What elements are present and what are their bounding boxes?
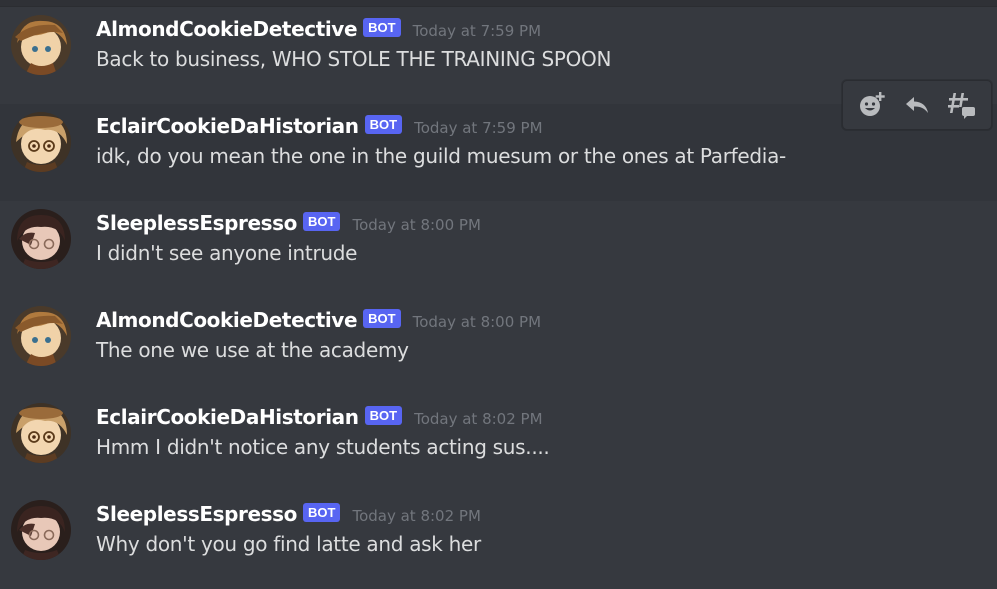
message-content: Hmm I didn't notice any students acting … (96, 435, 550, 459)
bot-tag: BOT (364, 114, 403, 134)
message-header: SleeplessEspresso BOT Today at 8:02 PM (96, 499, 481, 529)
username[interactable]: AlmondCookieDetective (96, 308, 358, 332)
message-header: AlmondCookieDetective BOT Today at 7:59 … (96, 14, 541, 44)
message-hover-toolbar (842, 80, 992, 130)
message-content: Back to business, WHO STOLE THE TRAINING… (96, 47, 612, 71)
username[interactable]: EclairCookieDaHistorian (96, 405, 359, 429)
message-header: EclairCookieDaHistorian BOT Today at 7:5… (96, 111, 543, 141)
username[interactable]: EclairCookieDaHistorian (96, 114, 359, 138)
add-reaction-icon (857, 90, 887, 120)
message-item[interactable]: EclairCookieDaHistorian BOT Today at 8:0… (0, 395, 997, 492)
almond-cookie-avatar[interactable] (11, 15, 71, 75)
bot-tag: BOT (363, 17, 401, 37)
message-header: AlmondCookieDetective BOT Today at 8:00 … (96, 305, 541, 335)
message-content: idk, do you mean the one in the guild mu… (96, 144, 786, 168)
espresso-cookie-avatar[interactable] (11, 500, 71, 560)
bot-tag: BOT (363, 308, 401, 328)
create-thread-button[interactable] (942, 85, 982, 125)
message-content: Why don't you go find latte and ask her (96, 532, 481, 556)
timestamp[interactable]: Today at 7:59 PM (413, 22, 541, 40)
eclair-cookie-avatar[interactable] (11, 403, 71, 463)
top-divider (0, 0, 997, 7)
espresso-cookie-avatar[interactable] (11, 209, 71, 269)
username[interactable]: AlmondCookieDetective (96, 17, 358, 41)
message-header: SleeplessEspresso BOT Today at 8:00 PM (96, 208, 481, 238)
add-reaction-button[interactable] (852, 85, 892, 125)
timestamp[interactable]: Today at 8:00 PM (413, 313, 541, 331)
eclair-cookie-avatar[interactable] (11, 112, 71, 172)
almond-cookie-avatar[interactable] (11, 306, 71, 366)
create-thread-icon (947, 90, 977, 120)
bot-tag: BOT (303, 502, 341, 522)
username[interactable]: SleeplessEspresso (96, 211, 297, 235)
timestamp[interactable]: Today at 7:59 PM (414, 119, 542, 137)
timestamp[interactable]: Today at 8:00 PM (352, 216, 480, 234)
message-content: I didn't see anyone intrude (96, 241, 358, 265)
timestamp[interactable]: Today at 8:02 PM (414, 410, 542, 428)
bot-tag: BOT (303, 211, 341, 231)
timestamp[interactable]: Today at 8:02 PM (352, 507, 480, 525)
message-item[interactable]: SleeplessEspresso BOT Today at 8:00 PM I… (0, 201, 997, 298)
reply-button[interactable] (897, 85, 937, 125)
message-item[interactable]: AlmondCookieDetective BOT Today at 8:00 … (0, 298, 997, 395)
username[interactable]: SleeplessEspresso (96, 502, 297, 526)
message-content: The one we use at the academy (96, 338, 409, 362)
bot-tag: BOT (364, 405, 403, 425)
reply-icon (903, 91, 931, 119)
message-header: EclairCookieDaHistorian BOT Today at 8:0… (96, 402, 543, 432)
message-item[interactable]: SleeplessEspresso BOT Today at 8:02 PM W… (0, 492, 997, 589)
